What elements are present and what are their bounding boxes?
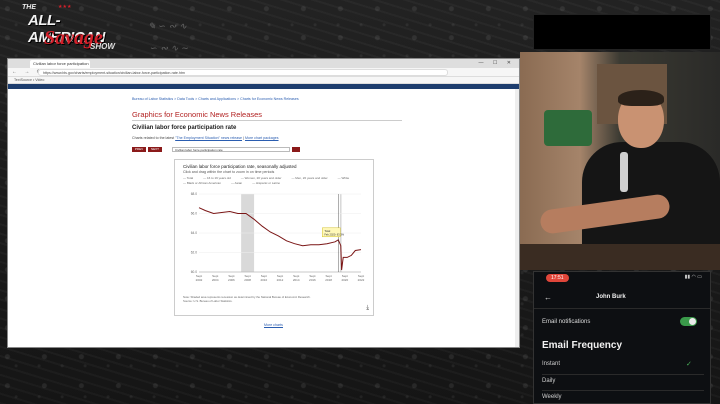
url-input[interactable]: https://www.bls.gov/charts/employment-si… xyxy=(38,69,448,76)
option-weekly[interactable]: Weekly xyxy=(542,394,702,400)
logo-stars: ★★★ xyxy=(58,4,72,10)
email-frequency-heading: Email Frequency xyxy=(542,340,623,351)
related-line: Charts related to the latest "The Employ… xyxy=(132,136,279,140)
email-notifications-toggle[interactable] xyxy=(680,317,697,326)
tooltip-value: Feb 2020: 63.3% xyxy=(324,232,344,236)
logo-text-4: SHOW xyxy=(90,42,115,51)
chart-select[interactable]: Civilian labor force participation rate xyxy=(172,147,290,152)
background-scrawl: ∽ ∾ ∿ ∼ xyxy=(150,44,189,54)
more-info-link[interactable]: More charts xyxy=(264,323,283,327)
divider xyxy=(132,120,402,121)
phone-time: 17:51 xyxy=(546,274,569,282)
check-icon: ✓ xyxy=(686,361,692,368)
y-tick-label: 68.0 xyxy=(191,192,197,196)
phone-status-bar: 17:51 ▮▮ ◠ ▭ xyxy=(534,272,710,284)
tooltip-label: Total xyxy=(324,229,330,233)
browser-tab[interactable]: Civilian labor force participation xyxy=(30,60,90,68)
x-tick-label: 2018 xyxy=(325,278,332,282)
x-tick-label: 2006 xyxy=(228,278,235,282)
background-scrawl: ✎ ∽ ∾ ∿ xyxy=(148,22,187,32)
black-overlay-box xyxy=(533,14,711,50)
site-header-bar xyxy=(8,84,519,89)
back-arrow-icon[interactable]: ← xyxy=(544,293,552,302)
x-tick-label: 2010 xyxy=(260,278,267,282)
wall-banner xyxy=(544,110,592,146)
address-bar-row: ← → ⟳ https://www.bls.gov/charts/employm… xyxy=(8,68,519,77)
line-chart[interactable]: 68.066.064.062.060.0Sept2002Sept2004Sept… xyxy=(175,160,375,317)
x-tick-label: 2020 xyxy=(341,278,348,282)
download-icon[interactable]: ⤓ xyxy=(366,305,369,312)
divider xyxy=(542,374,704,375)
show-logo: THE ★★★ ALL-AMERICAN Savage SHOW xyxy=(14,4,124,56)
y-tick-label: 62.0 xyxy=(191,251,197,255)
webcam-feed xyxy=(520,52,720,270)
x-tick-label: 2014 xyxy=(293,278,300,282)
chart-note: Source: U.S. Bureau of Labor Statistics. xyxy=(183,298,233,303)
chart-controls: PREV NEXT Civilian labor force participa… xyxy=(132,147,332,153)
prev-button[interactable]: PREV xyxy=(132,147,146,152)
chart-heading: Civilian labor force participation rate xyxy=(132,125,237,131)
divider xyxy=(542,390,704,391)
go-button[interactable] xyxy=(292,147,300,152)
signal-icon: ▮▮ ◠ ▭ xyxy=(684,274,702,280)
x-tick-label: 2008 xyxy=(244,278,251,282)
browser-window: Civilian labor force participation — ☐ ✕… xyxy=(7,58,520,348)
y-tick-label: 66.0 xyxy=(191,212,197,216)
email-notifications-label: Email notifications xyxy=(542,319,591,325)
microphone xyxy=(620,152,628,192)
page-title: Graphics for Economic News Releases xyxy=(132,110,263,119)
breadcrumb[interactable]: Bureau of Labor Statistics > Data Tools … xyxy=(132,97,299,101)
phone-screen: 17:51 ▮▮ ◠ ▭ ← John Burk Email notificat… xyxy=(533,271,711,404)
related-prefix: Charts related to the latest xyxy=(132,136,175,140)
y-tick-label: 64.0 xyxy=(191,231,197,235)
related-news-link[interactable]: "The Employment Situation" news release xyxy=(175,136,242,140)
divider xyxy=(534,308,710,309)
more-charts-link[interactable]: More chart packages xyxy=(245,136,279,140)
series-line-total xyxy=(198,207,362,271)
logo-text-1: THE xyxy=(22,4,36,11)
x-tick-label: 2016 xyxy=(309,278,316,282)
x-tick-label: 2022 xyxy=(358,278,365,282)
tab-bar: Civilian labor force participation — ☐ ✕ xyxy=(8,59,519,68)
contact-name: John Burk xyxy=(596,294,626,300)
bookmarks-bar[interactable]: TextSource • Video xyxy=(8,77,519,84)
chart-notes: Note: Shaded area represents recession a… xyxy=(183,295,311,303)
scrollbar[interactable] xyxy=(515,89,519,347)
x-tick-label: 2004 xyxy=(212,278,219,282)
x-tick-label: 2002 xyxy=(196,278,203,282)
next-button[interactable]: NEXT xyxy=(148,147,162,152)
option-daily[interactable]: Daily xyxy=(542,378,702,384)
related-separator: | xyxy=(243,136,244,140)
chart-container[interactable]: Civilian labor force participation rate,… xyxy=(174,159,374,316)
host-hair xyxy=(618,90,664,106)
desk xyxy=(520,244,720,270)
option-instant[interactable]: Instant xyxy=(542,361,702,367)
window-controls[interactable]: — ☐ ✕ xyxy=(479,60,515,66)
x-tick-label: 2012 xyxy=(277,278,284,282)
